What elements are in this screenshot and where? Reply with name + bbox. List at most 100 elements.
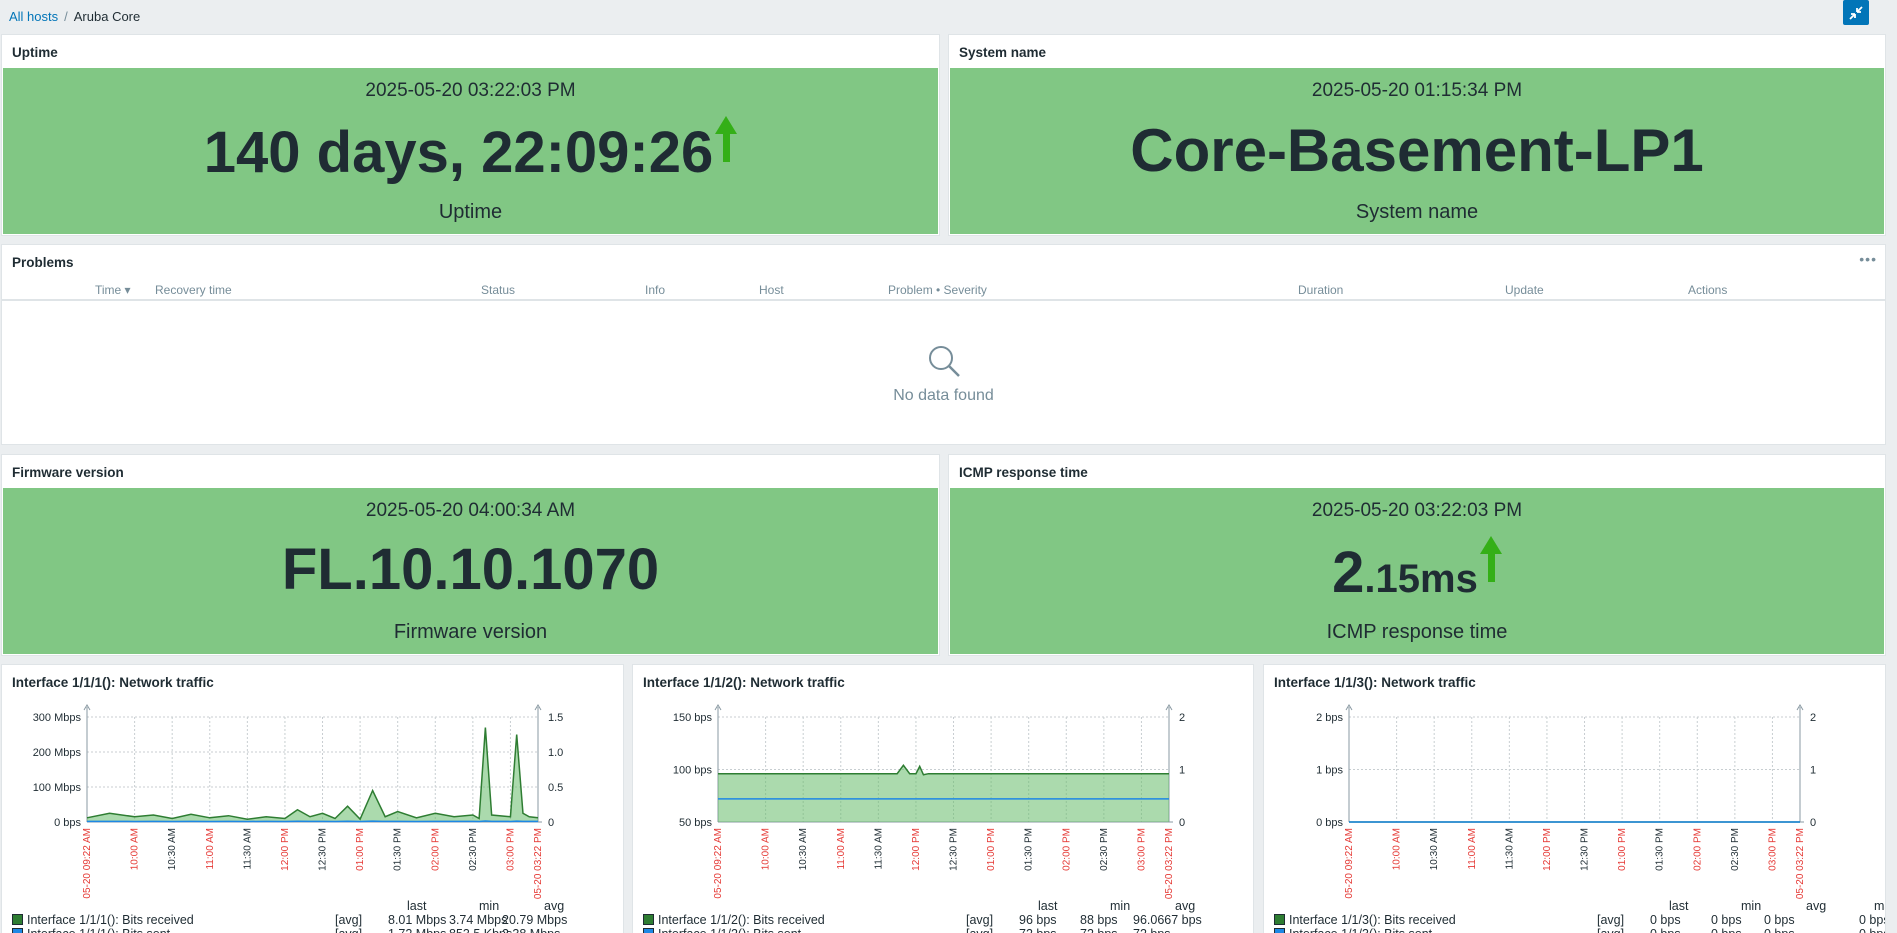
- icmp-widget: ICMP response time 2025-05-20 03:22:03 P…: [948, 454, 1886, 656]
- graph-canvas: 05-20 09:22 AM 10:00 AM 10:30 AM 11:00 AM 11…: [33, 704, 563, 899]
- item-timestamp: 2025-05-20 03:22:03 PM: [1311, 500, 1523, 521]
- widget-title: ICMP response time: [959, 465, 1088, 480]
- x-tick-label: 01:30 PM: [393, 828, 404, 871]
- problems-widget: Problems ••• Time ▾ Recovery time Status…: [1, 244, 1886, 445]
- graph-widget-interface-1-1-1: Interface 1/1/1(): Network traffic 05-20…: [1, 664, 624, 933]
- item-value: Core-Basement-LP1: [1130, 117, 1704, 184]
- legend-value-last: 0 bps: [1650, 927, 1681, 933]
- collapse-icon: [1849, 5, 1863, 20]
- no-data-message: No data found: [893, 387, 994, 404]
- legend-swatch: [1274, 928, 1285, 933]
- legend-value-avg: 96.0667 bps: [1133, 913, 1202, 927]
- trend-up-icon: [1479, 536, 1502, 584]
- legend-value-func: [avg]: [1597, 913, 1625, 927]
- legend-col-avg: avg: [544, 899, 565, 913]
- search-icon: [926, 343, 962, 384]
- x-tick-label: 11:30 AM: [1504, 828, 1515, 870]
- item-description: System name: [1355, 201, 1479, 223]
- item-description: Uptime: [438, 201, 503, 223]
- col-time[interactable]: Time ▾: [95, 283, 131, 297]
- legend-value-min: 72 bps: [1080, 927, 1118, 933]
- firmware-widget: Firmware version 2025-05-20 04:00:34 AM …: [1, 454, 940, 656]
- legend-value-func: [avg]: [966, 927, 993, 933]
- problems-table-header: Time ▾ Recovery time Status Info Host Pr…: [2, 283, 1885, 301]
- legend-value-avg: 2.38 Mbps: [502, 927, 560, 933]
- x-tick-label: 12:30 PM: [318, 828, 329, 871]
- legend-series-name: Interface 1/1/3(): Bits received: [1274, 913, 1456, 927]
- col-duration: Duration: [1298, 283, 1344, 297]
- graph-canvas: 05-20 09:22 AM 10:00 AM 10:30 AM 11:00 AM 11…: [673, 704, 1185, 899]
- y-tick-label-right: 0.5: [548, 782, 563, 794]
- x-tick-label: 02:00 PM: [1692, 828, 1703, 871]
- series-line: [718, 764, 1169, 776]
- x-tick-label: 01:00 PM: [1617, 828, 1628, 871]
- col-host: Host: [759, 283, 784, 297]
- x-tick-label: 10:30 AM: [1429, 828, 1440, 870]
- y-tick-label-right: 0: [1810, 817, 1816, 829]
- item-value-panel: 2025-05-20 03:22:03 PM 140 days, 22:09:2…: [3, 68, 938, 234]
- legend-value-func: [avg]: [966, 913, 994, 927]
- item-value: FL.10.10.1070: [281, 537, 660, 602]
- y-tick-label-left: 2 bps: [1316, 712, 1343, 724]
- icmp-value-unit: ms: [1420, 557, 1478, 601]
- legend-value-max: 0 bps: [1859, 913, 1885, 927]
- item-value-panel: 2025-05-20 04:00:34 AM FL.10.10.1070 Fir…: [3, 488, 938, 654]
- uptime-value: 140 days, 22:09:26: [203, 120, 714, 185]
- y-tick-label-left: 150 bps: [673, 712, 713, 724]
- y-tick-label-right: 0: [1179, 817, 1185, 829]
- x-tick-label: 05-20 03:22 PM: [1795, 828, 1806, 899]
- x-tick-label: 01:00 PM: [986, 828, 997, 871]
- legend-col-min: min: [1741, 899, 1762, 913]
- x-tick-label: 03:00 PM: [1767, 828, 1778, 871]
- y-tick-label-left: 100 bps: [673, 765, 713, 777]
- widget-title: Interface 1/1/1(): Network traffic: [12, 675, 214, 690]
- legend-value-last: 8.01 Mbps: [388, 913, 447, 927]
- breadcrumb: All hosts / Aruba Core: [9, 9, 140, 24]
- x-tick-label: 05-20 09:22 AM: [82, 828, 93, 899]
- series-line: [86, 727, 539, 821]
- y-tick-label-right: 1.0: [548, 747, 563, 759]
- graph-canvas: 05-20 09:22 AM 10:00 AM 10:30 AM 11:00 AM 11…: [1316, 704, 1816, 899]
- x-tick-label: 05-20 09:22 AM: [1344, 828, 1355, 899]
- legend-value-min: 88 bps: [1080, 913, 1118, 927]
- item-value: 140 days, 22:09:26: [3, 116, 938, 186]
- x-tick-label: 10:30 AM: [167, 828, 178, 870]
- legend-series-name: Interface 1/1/2(): Bits received: [643, 913, 825, 927]
- x-tick-label: 01:30 PM: [1024, 828, 1035, 871]
- series-area: [87, 727, 538, 822]
- exit-kiosk-button[interactable]: [1843, 0, 1869, 25]
- x-tick-label: 11:30 AM: [242, 828, 253, 870]
- x-tick-label: 01:30 PM: [1655, 828, 1666, 871]
- col-update: Update: [1505, 283, 1544, 297]
- widget-title: Problems: [12, 255, 74, 270]
- legend-value-avg: 0 bps: [1764, 927, 1795, 933]
- legend-value-last: 1.72 Mbps: [388, 927, 446, 933]
- legend-value-min: 0 bps: [1711, 913, 1742, 927]
- legend-swatch: [643, 928, 654, 933]
- legend-series-name: Interface 1/1/1(): Bits sent: [12, 927, 170, 933]
- legend-col-last: last: [407, 899, 427, 913]
- widget-title: Firmware version: [12, 465, 124, 480]
- item-timestamp: 2025-05-20 04:00:34 AM: [365, 500, 576, 521]
- breadcrumb-all-hosts[interactable]: All hosts: [9, 9, 58, 24]
- x-tick-label: 05-20 03:22 PM: [533, 828, 544, 899]
- x-tick-label: 05-20 09:22 AM: [713, 828, 724, 899]
- widget-menu-button[interactable]: •••: [1859, 251, 1877, 267]
- widget-title: Interface 1/1/3(): Network traffic: [1274, 675, 1476, 690]
- widget-title: Interface 1/1/2(): Network traffic: [643, 675, 845, 690]
- col-actions: Actions: [1688, 283, 1728, 297]
- x-tick-label: 10:00 AM: [130, 828, 141, 870]
- x-tick-label: 12:00 PM: [911, 828, 922, 871]
- y-tick-label-right: 2: [1179, 712, 1185, 724]
- item-value-panel: 2025-05-20 03:22:03 PM 2.15ms ICMP respo…: [950, 488, 1884, 654]
- legend-col-avg: avg: [1806, 899, 1827, 913]
- legend-col-last: last: [1038, 899, 1058, 913]
- y-tick-label-left: 100 Mbps: [33, 782, 82, 794]
- legend-col-last: last: [1669, 899, 1689, 913]
- widget-title: System name: [959, 45, 1047, 60]
- x-tick-label: 12:00 PM: [280, 828, 291, 871]
- legend-value-avg: 72 bps: [1133, 927, 1171, 933]
- legend-swatch: [643, 914, 654, 925]
- x-tick-label: 10:00 AM: [761, 828, 772, 870]
- item-description: ICMP response time: [1326, 621, 1508, 643]
